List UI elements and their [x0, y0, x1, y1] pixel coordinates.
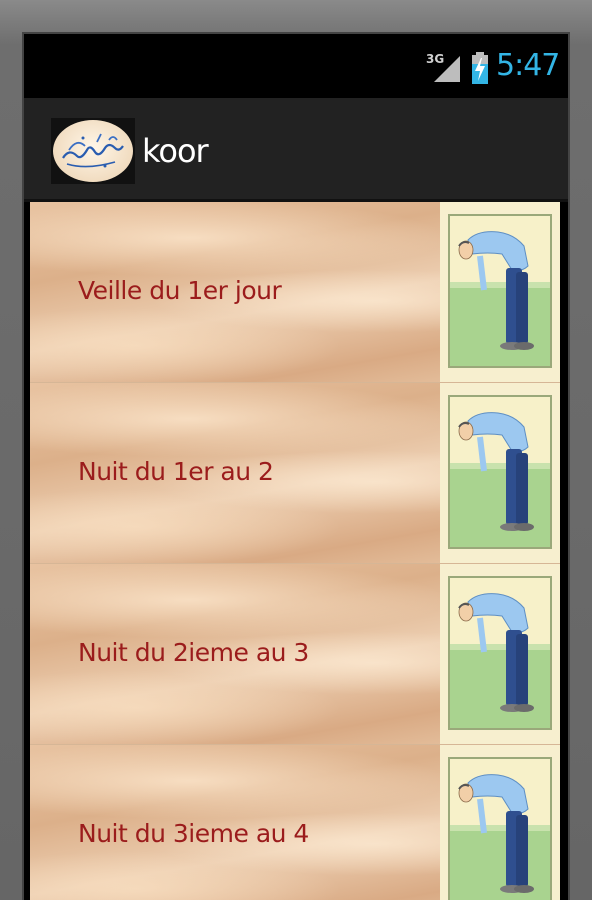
bowing-man-icon [448, 214, 552, 368]
list-item[interactable]: Nuit du 3ieme au 4 [30, 745, 560, 900]
list-item-text-area: Veille du 1er jour [30, 202, 442, 382]
calligraphy-glyph [62, 133, 124, 168]
ramadan-calligraphy-icon[interactable] [51, 118, 135, 184]
list-item-thumbnail [440, 564, 560, 744]
battery-charging-icon [472, 52, 488, 84]
bowing-man-icon [448, 757, 552, 900]
list-item-label: Nuit du 1er au 2 [78, 457, 274, 486]
prayer-list: Veille du 1er jour Nuit du 1er au 2 Nuit… [30, 202, 560, 900]
app-icon-oval [53, 120, 133, 182]
list-item-text-area: Nuit du 1er au 2 [30, 383, 442, 563]
list-item-text-area: Nuit du 3ieme au 4 [30, 745, 442, 900]
list-item-thumbnail [440, 383, 560, 563]
app-title: koor [142, 132, 209, 170]
list-item-label: Nuit du 2ieme au 3 [78, 638, 309, 667]
clock: 5:47 [496, 48, 560, 83]
device-frame: 3G 5:47 koor Veille du 1er jour Nuit du … [0, 0, 592, 900]
list-item[interactable]: Veille du 1er jour [30, 202, 560, 383]
list-item-label: Veille du 1er jour [78, 276, 282, 305]
list-item-thumbnail [440, 745, 560, 900]
signal-icon [434, 56, 460, 82]
phone-screen: 3G 5:47 koor Veille du 1er jour Nuit du … [24, 34, 568, 900]
status-bar: 3G 5:47 [24, 34, 568, 98]
bowing-man-icon [448, 576, 552, 730]
list-item[interactable]: Nuit du 2ieme au 3 [30, 564, 560, 745]
list-item[interactable]: Nuit du 1er au 2 [30, 383, 560, 564]
list-item-text-area: Nuit du 2ieme au 3 [30, 564, 442, 744]
list-item-thumbnail [440, 202, 560, 382]
bowing-man-icon [448, 395, 552, 549]
list-item-label: Nuit du 3ieme au 4 [78, 819, 309, 848]
action-bar: koor [24, 98, 568, 202]
